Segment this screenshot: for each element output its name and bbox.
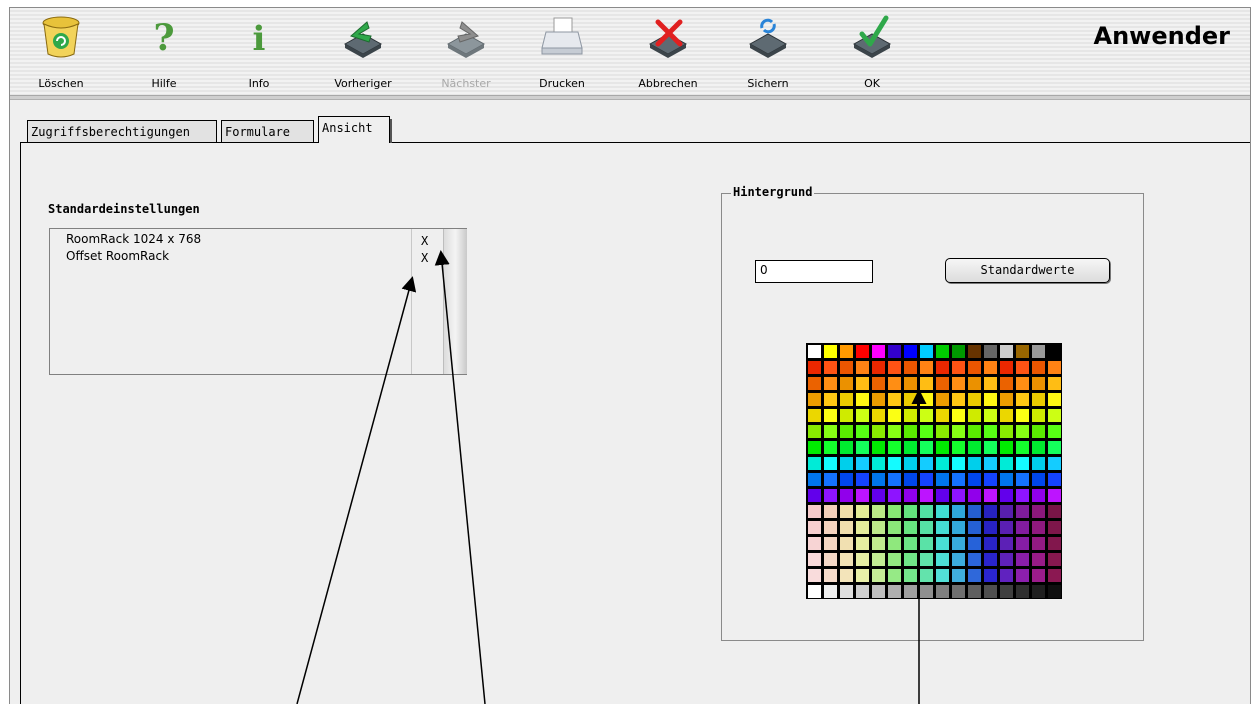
annotation-arrow: [434, 250, 486, 704]
tab-view[interactable]: Ansicht: [318, 116, 392, 143]
annotation-arrow: [296, 276, 417, 704]
annotation-arrows: [296, 250, 927, 704]
